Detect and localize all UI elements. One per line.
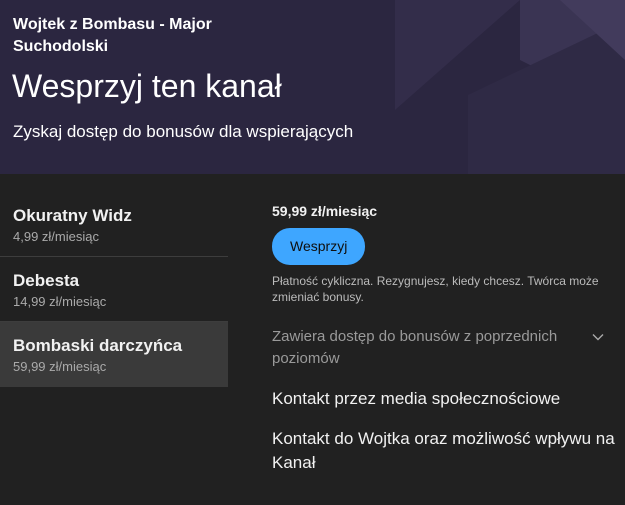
join-button[interactable]: Wesprzyj — [272, 228, 366, 265]
channel-name[interactable]: Wojtek z Bombasu - Major Suchodolski — [13, 14, 273, 58]
tier-price: 4,99 zł/miesiąc — [13, 229, 99, 244]
tier-price: 14,99 zł/miesiąc — [13, 294, 107, 309]
tier-name: Debesta — [13, 271, 80, 290]
includes-previous-tiers-label: Zawiera dostęp do bonusów z poprzednich … — [272, 328, 558, 367]
tier-item-okuratny-widz[interactable]: Okuratny Widz 4,99 zł/miesiąc — [0, 192, 228, 257]
tier-detail: 59,99 zł/miesiąc Wesprzyj Płatność cykli… — [272, 201, 617, 475]
includes-previous-tiers-toggle[interactable]: Zawiera dostęp do bonusów z poprzednich … — [272, 326, 612, 370]
tier-name: Okuratny Widz — [13, 206, 132, 225]
membership-header: Wojtek z Bombasu - Major Suchodolski Wes… — [0, 0, 625, 174]
perk-item: Kontakt przez media społecznościowe — [272, 389, 561, 408]
tier-list: Okuratny Widz 4,99 zł/miesiąc Debesta 14… — [0, 192, 228, 387]
tier-item-debesta[interactable]: Debesta 14,99 zł/miesiąc — [0, 257, 228, 322]
page-subtitle: Zyskaj dostęp do bonusów dla wspierający… — [13, 122, 354, 141]
chevron-down-icon — [592, 334, 604, 341]
payment-note: Płatność cykliczna. Rezygnujesz, kiedy c… — [272, 274, 599, 304]
perk-item: Kontakt do Wojtka oraz możliwość wpływu … — [272, 429, 615, 472]
selected-tier-price: 59,99 zł/miesiąc — [272, 203, 378, 219]
tier-name: Bombaski darczyńca — [13, 336, 183, 355]
page-title: Wesprzyj ten kanał — [12, 68, 282, 104]
tier-item-bombaski-darczynca[interactable]: Bombaski darczyńca 59,99 zł/miesiąc — [0, 322, 228, 387]
tier-price: 59,99 zł/miesiąc — [13, 359, 107, 374]
